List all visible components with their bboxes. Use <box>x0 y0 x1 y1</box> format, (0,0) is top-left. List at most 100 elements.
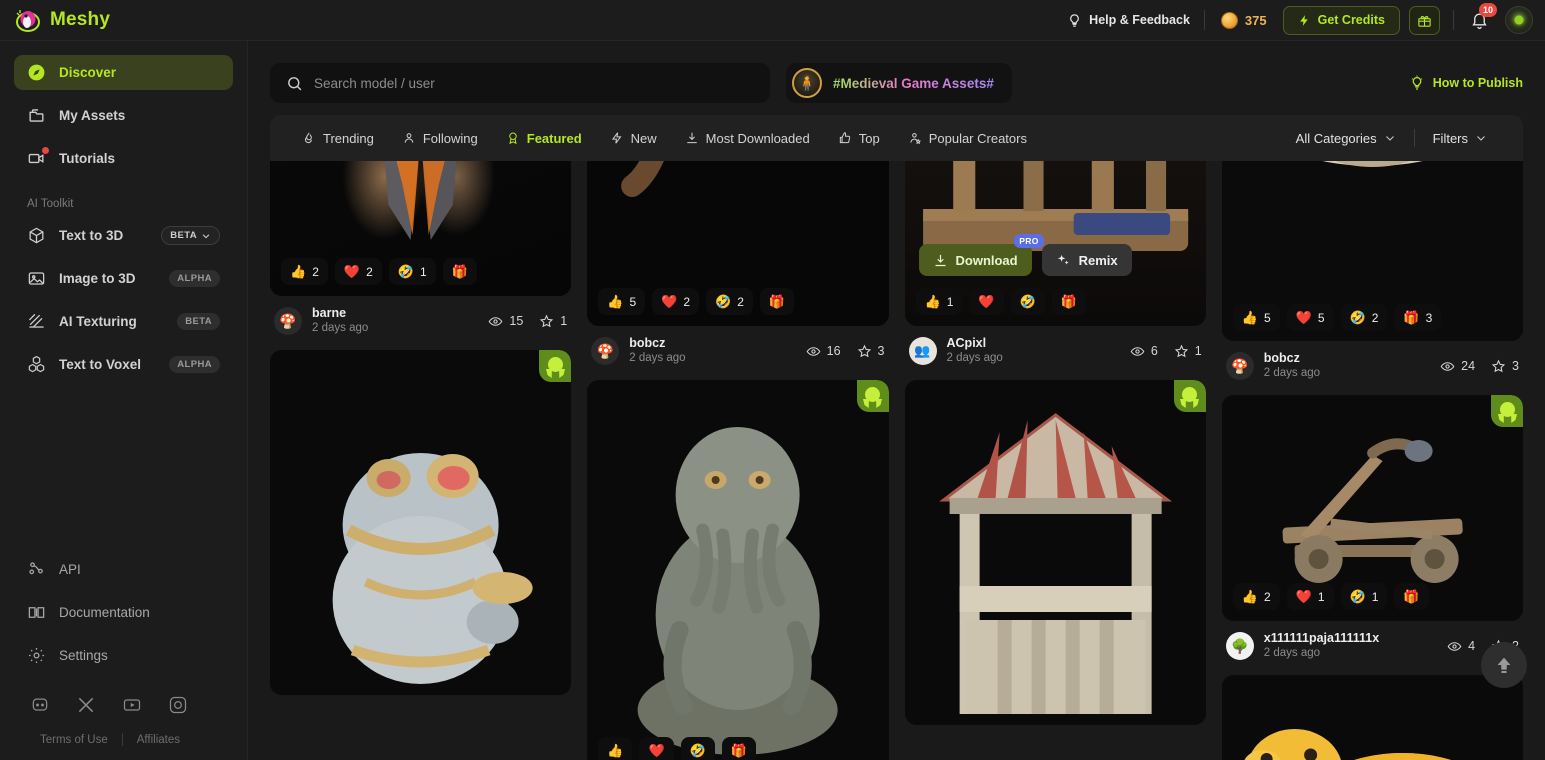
sidebar-item-image-to-3d[interactable]: Image to 3D ALPHA <box>14 261 233 296</box>
sidebar-item-documentation[interactable]: Documentation <box>14 595 233 630</box>
stars-stat[interactable]: 1 <box>1174 344 1202 359</box>
notifications-button[interactable]: 10 <box>1454 2 1505 30</box>
search-box[interactable] <box>270 63 770 103</box>
sidebar-item-text-to-voxel[interactable]: Text to Voxel ALPHA <box>14 347 233 382</box>
tab-trending[interactable]: Trending <box>288 115 388 161</box>
medieval-game-assets-tag[interactable]: 🧍 #Medieval Game Assets# <box>786 63 1012 103</box>
reaction-thumbsup[interactable]: 👍 5 <box>1232 304 1280 331</box>
reaction-heart[interactable]: ❤️ <box>969 288 1004 315</box>
asset-card[interactable] <box>1221 675 1523 760</box>
stars-stat[interactable]: 1 <box>539 314 567 329</box>
reaction-laugh[interactable]: 🤣 <box>1010 288 1045 315</box>
tab-new[interactable]: New <box>596 115 671 161</box>
avatar[interactable]: 🍄 <box>1225 352 1254 380</box>
reaction-heart[interactable]: ❤️ <box>639 737 674 760</box>
terms-of-use-link[interactable]: Terms of Use <box>40 734 108 746</box>
sidebar-item-tutorials[interactable]: Tutorials <box>14 141 233 176</box>
sidebar-item-text-to-3d[interactable]: Text to 3D BETA <box>14 218 233 253</box>
asset-thumbnail[interactable]: The image features a knight on horseback… <box>904 161 1206 326</box>
author-name[interactable]: bobcz <box>629 336 685 351</box>
reaction-laugh[interactable]: 🤣 2 <box>1340 304 1388 331</box>
reaction-laugh[interactable]: 🤣 1 <box>1340 583 1388 610</box>
tab-popular-creators[interactable]: Popular Creators <box>894 115 1041 161</box>
scroll-to-top-button[interactable] <box>1481 642 1527 688</box>
author-name[interactable]: barne <box>312 306 368 321</box>
sidebar-item-ai-texturing[interactable]: AI Texturing BETA <box>14 304 233 339</box>
asset-card[interactable]: 👍 5 ❤️ 2 🤣 2 🎁 🍄 bobcz 2 days ago 16 3 <box>587 161 889 366</box>
reaction-heart[interactable]: ❤️ 2 <box>652 288 699 315</box>
how-to-publish-button[interactable]: How to Publish <box>1409 75 1523 91</box>
asset-card[interactable]: 👍 5 ❤️ 5 🤣 2 🎁 3 🍄 bobcz 2 days ago 24 3 <box>1221 161 1523 381</box>
asset-thumbnail[interactable] <box>1221 675 1523 760</box>
tab-following[interactable]: Following <box>388 115 492 161</box>
stars-stat[interactable]: 3 <box>1491 359 1519 374</box>
reaction-gift[interactable]: 🎁 3 <box>1394 304 1442 331</box>
reaction-gift[interactable]: 🎁 <box>1051 288 1086 315</box>
asset-thumbnail[interactable]: 👍 5 ❤️ 2 🤣 2 🎁 <box>587 161 889 326</box>
sidebar-item-discover[interactable]: Discover <box>14 55 233 90</box>
tab-top[interactable]: Top <box>824 115 894 161</box>
tab-featured[interactable]: Featured <box>492 115 596 161</box>
reaction-laugh[interactable]: 🤣 2 <box>706 288 753 315</box>
reaction-thumbsup[interactable]: 👍 2 <box>281 258 328 285</box>
reaction-heart[interactable]: ❤️ 5 <box>1286 304 1334 331</box>
reaction-heart[interactable]: ❤️ 1 <box>1286 583 1334 610</box>
author-name[interactable]: bobcz <box>1264 351 1320 366</box>
get-credits-button[interactable]: Get Credits <box>1282 5 1400 35</box>
asset-thumbnail[interactable]: 👍 ❤️ 🤣 🎁 <box>587 380 889 760</box>
reaction-thumbsup[interactable]: 👍 5 <box>598 288 646 315</box>
reaction-heart[interactable]: ❤️ 2 <box>334 258 382 285</box>
sidebar-item-settings[interactable]: Settings <box>14 638 233 673</box>
asset-card[interactable]: 👍 2 ❤️ 2 🤣 1 🎁 🍄 barne 2 days ago 15 1 <box>270 161 572 336</box>
search-input[interactable] <box>314 75 754 91</box>
reaction-gift[interactable]: 🎁 <box>721 737 756 760</box>
help-feedback-button[interactable]: Help & Feedback <box>1053 13 1204 28</box>
asset-grid-scroll[interactable]: 👍 2 ❤️ 2 🤣 1 🎁 🍄 barne 2 days ago 15 1 👍… <box>248 161 1545 760</box>
asset-thumbnail[interactable]: 👍 5 ❤️ 5 🤣 2 🎁 3 <box>1221 161 1523 341</box>
instagram-icon[interactable] <box>168 695 188 715</box>
tab-most-downloaded[interactable]: Most Downloaded <box>671 115 824 161</box>
avatar[interactable]: 👥 <box>908 337 937 365</box>
avatar[interactable]: 🍄 <box>274 307 302 335</box>
reaction-thumbsup[interactable]: 👍 <box>598 737 633 760</box>
asset-card[interactable]: The image features a knight on horseback… <box>904 161 1206 366</box>
eye-icon <box>1440 361 1455 371</box>
affiliates-link[interactable]: Affiliates <box>137 734 180 746</box>
reaction-gift[interactable]: 🎁 <box>442 258 477 285</box>
gift-button[interactable] <box>1409 5 1440 35</box>
stars-stat[interactable]: 3 <box>857 344 885 359</box>
asset-card[interactable]: 👍 2 ❤️ 1 🤣 1 🎁 🌳 x111111paja111111x 2 da… <box>1221 395 1523 661</box>
beta-dropdown-badge[interactable]: BETA <box>161 226 220 245</box>
filters-dropdown[interactable]: Filters <box>1415 131 1505 146</box>
reaction-thumbsup[interactable]: 👍 1 <box>915 288 963 315</box>
person-icon <box>402 131 416 145</box>
book-icon <box>27 603 46 622</box>
sidebar-item-api[interactable]: API <box>14 552 233 587</box>
remix-button[interactable]: Remix <box>1041 244 1132 276</box>
author-name[interactable]: ACpixl <box>947 336 1003 351</box>
reaction-gift[interactable]: 🎁 <box>1394 583 1429 610</box>
credits-display[interactable]: 375 <box>1205 11 1283 29</box>
download-button[interactable]: Download PRO <box>918 234 1044 276</box>
reaction-gift[interactable]: 🎁 <box>759 288 795 315</box>
asset-thumbnail[interactable]: 👍 2 ❤️ 2 🤣 1 🎁 <box>270 161 572 296</box>
avatar[interactable]: 🍄 <box>591 337 620 365</box>
asset-card[interactable]: 👍 ❤️ 🤣 🎁 <box>587 380 889 760</box>
asset-thumbnail[interactable] <box>270 350 572 695</box>
youtube-icon[interactable] <box>122 695 142 715</box>
asset-card[interactable] <box>270 350 572 695</box>
all-categories-dropdown[interactable]: All Categories <box>1278 131 1414 146</box>
asset-thumbnail[interactable] <box>904 380 1206 725</box>
sidebar-item-my-assets[interactable]: My Assets <box>14 98 233 133</box>
asset-thumbnail[interactable]: 👍 2 ❤️ 1 🤣 1 🎁 <box>1221 395 1523 621</box>
reaction-thumbsup[interactable]: 👍 2 <box>1232 583 1280 610</box>
user-avatar[interactable] <box>1505 6 1533 34</box>
reaction-laugh[interactable]: 🤣 <box>680 737 715 760</box>
asset-card[interactable] <box>904 380 1206 725</box>
author-name[interactable]: x111111paja111111x <box>1264 631 1379 646</box>
reaction-laugh[interactable]: 🤣 1 <box>388 258 436 285</box>
avatar[interactable]: 🌳 <box>1225 632 1254 660</box>
x-icon[interactable] <box>76 695 96 715</box>
discord-icon[interactable] <box>30 695 50 715</box>
brand-logo-area[interactable]: Meshy <box>0 6 248 34</box>
